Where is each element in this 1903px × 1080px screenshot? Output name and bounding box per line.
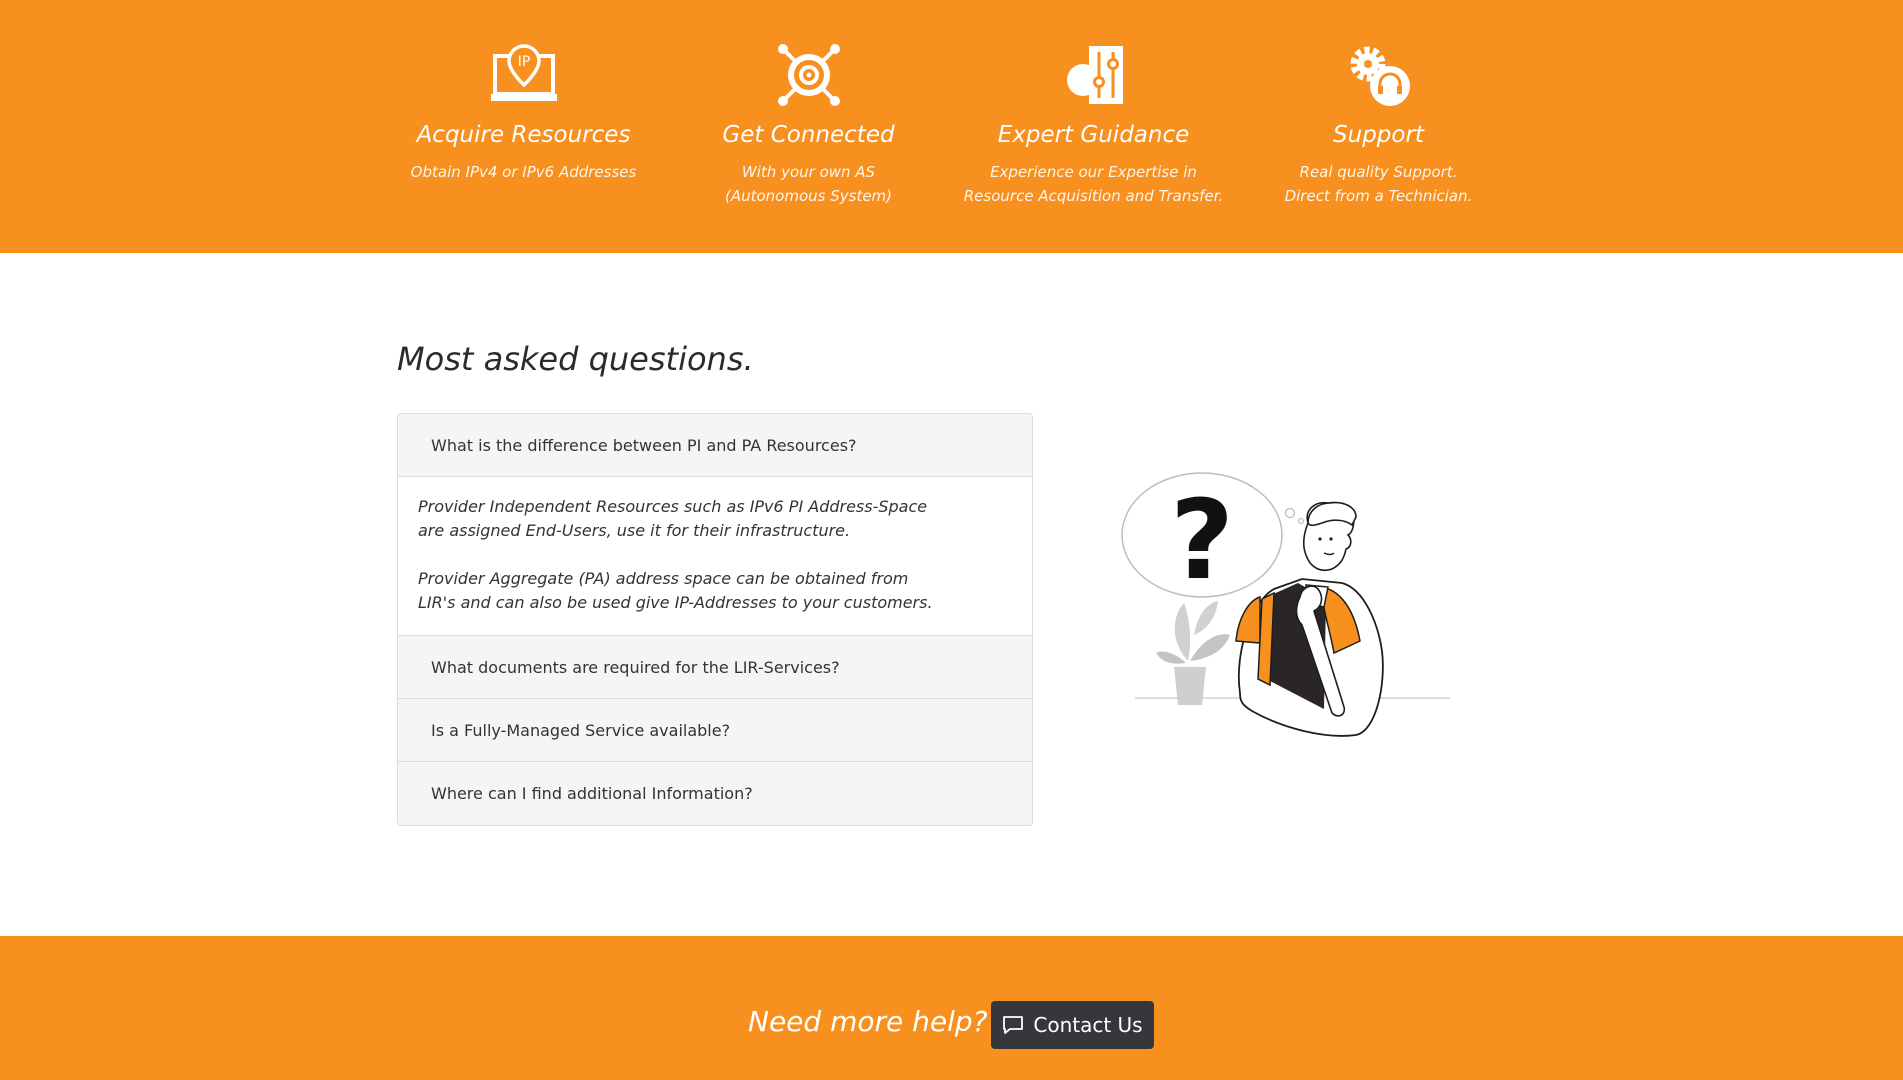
feature-subtitle: With your own AS (Autonomous System) [724, 163, 893, 205]
faq-question-pi-pa[interactable]: What is the difference between PI and PA… [398, 414, 1032, 477]
faq-accordion: What is the difference between PI and PA… [397, 413, 1033, 826]
feature-title: Acquire Resources [416, 122, 631, 148]
question-label: Is a Fully-Managed Service available? [431, 720, 731, 740]
feature-subtitle: Experience our Expertise in Resource Acq… [963, 163, 1224, 205]
faq-title: Most asked questions. [397, 340, 754, 378]
question-label: What is the difference between PI and PA… [431, 435, 857, 455]
features-band: IP Acquire Resources Obtain IPv4 or IPv6… [0, 0, 1903, 253]
question-label: Where can I find additional Information? [431, 784, 753, 803]
ip-laptop-icon: IP [491, 44, 557, 101]
question-label: What documents are required for the LIR-… [431, 657, 840, 677]
feature-support: Support Real quality Support. Direct fro… [1236, 0, 1521, 253]
gear-headset-icon [1350, 46, 1410, 106]
faq-answer-pi-pa: Provider Independent Resources such as I… [398, 477, 1032, 636]
feature-get-connected: Get Connected With your own AS (Autonomo… [666, 0, 951, 253]
feature-title: Support [1333, 122, 1424, 148]
faq-question-additional-info[interactable]: Where can I find additional Information? [398, 762, 1032, 825]
faq-question-lir-documents[interactable]: What documents are required for the LIR-… [398, 636, 1032, 699]
feature-title: Get Connected [722, 122, 895, 148]
faq-question-fully-managed[interactable]: Is a Fully-Managed Service available? [398, 699, 1032, 762]
answer-paragraph: Provider Independent Resources such as I… [418, 497, 928, 540]
gear-sliders-icon [1067, 46, 1123, 104]
plant-icon [1156, 601, 1230, 705]
feature-subtitle: Obtain IPv4 or IPv6 Addresses [410, 163, 637, 181]
feature-subtitle: Real quality Support. Direct from a Tech… [1284, 163, 1473, 205]
contact-us-button[interactable]: Contact Us [991, 1001, 1154, 1049]
svg-text:IP: IP [518, 54, 531, 70]
feature-expert-guidance: Expert Guidance Experience our Expertise… [951, 0, 1236, 253]
chat-bubble-icon [1003, 1016, 1024, 1034]
feature-title: Expert Guidance [997, 122, 1190, 148]
thinking-person-illustration: ? [1121, 472, 1450, 737]
contact-us-label: Contact Us [1033, 1013, 1143, 1037]
question-mark-icon: ? [1170, 476, 1234, 604]
feature-acquire-resources: IP Acquire Resources Obtain IPv4 or IPv6… [381, 0, 666, 253]
answer-paragraph: Provider Aggregate (PA) address space ca… [418, 569, 933, 612]
network-target-icon [778, 44, 840, 106]
need-help-text: Need more help? [748, 1005, 988, 1038]
